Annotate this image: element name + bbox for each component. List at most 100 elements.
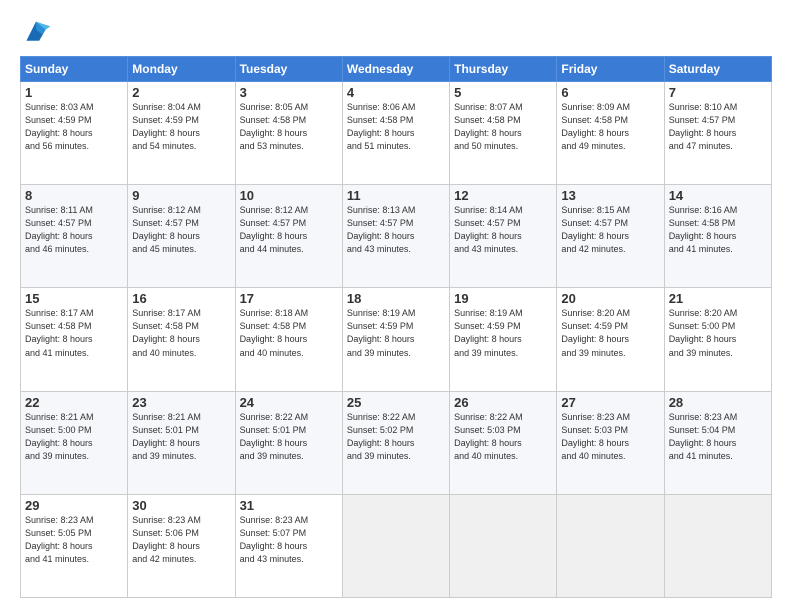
week-row-5: 29Sunrise: 8:23 AM Sunset: 5:05 PM Dayli…	[21, 494, 772, 597]
day-number: 26	[454, 395, 552, 410]
calendar-cell	[664, 494, 771, 597]
calendar-cell	[557, 494, 664, 597]
day-number: 8	[25, 188, 123, 203]
calendar-cell: 14Sunrise: 8:16 AM Sunset: 4:58 PM Dayli…	[664, 185, 771, 288]
day-info: Sunrise: 8:09 AM Sunset: 4:58 PM Dayligh…	[561, 101, 659, 153]
day-info: Sunrise: 8:23 AM Sunset: 5:06 PM Dayligh…	[132, 514, 230, 566]
day-info: Sunrise: 8:11 AM Sunset: 4:57 PM Dayligh…	[25, 204, 123, 256]
day-info: Sunrise: 8:19 AM Sunset: 4:59 PM Dayligh…	[347, 307, 445, 359]
day-of-week-thursday: Thursday	[450, 57, 557, 82]
calendar-cell: 11Sunrise: 8:13 AM Sunset: 4:57 PM Dayli…	[342, 185, 449, 288]
day-number: 13	[561, 188, 659, 203]
calendar-cell: 8Sunrise: 8:11 AM Sunset: 4:57 PM Daylig…	[21, 185, 128, 288]
header	[20, 18, 772, 46]
calendar-cell: 10Sunrise: 8:12 AM Sunset: 4:57 PM Dayli…	[235, 185, 342, 288]
day-info: Sunrise: 8:21 AM Sunset: 5:01 PM Dayligh…	[132, 411, 230, 463]
day-of-week-tuesday: Tuesday	[235, 57, 342, 82]
calendar-cell: 15Sunrise: 8:17 AM Sunset: 4:58 PM Dayli…	[21, 288, 128, 391]
calendar-cell: 18Sunrise: 8:19 AM Sunset: 4:59 PM Dayli…	[342, 288, 449, 391]
calendar-cell: 26Sunrise: 8:22 AM Sunset: 5:03 PM Dayli…	[450, 391, 557, 494]
week-row-4: 22Sunrise: 8:21 AM Sunset: 5:00 PM Dayli…	[21, 391, 772, 494]
day-number: 23	[132, 395, 230, 410]
day-info: Sunrise: 8:14 AM Sunset: 4:57 PM Dayligh…	[454, 204, 552, 256]
calendar-cell: 9Sunrise: 8:12 AM Sunset: 4:57 PM Daylig…	[128, 185, 235, 288]
day-info: Sunrise: 8:20 AM Sunset: 4:59 PM Dayligh…	[561, 307, 659, 359]
day-number: 19	[454, 291, 552, 306]
calendar-cell: 7Sunrise: 8:10 AM Sunset: 4:57 PM Daylig…	[664, 82, 771, 185]
day-info: Sunrise: 8:12 AM Sunset: 4:57 PM Dayligh…	[132, 204, 230, 256]
calendar-cell: 25Sunrise: 8:22 AM Sunset: 5:02 PM Dayli…	[342, 391, 449, 494]
day-number: 11	[347, 188, 445, 203]
calendar-cell	[450, 494, 557, 597]
calendar-cell: 24Sunrise: 8:22 AM Sunset: 5:01 PM Dayli…	[235, 391, 342, 494]
day-info: Sunrise: 8:22 AM Sunset: 5:01 PM Dayligh…	[240, 411, 338, 463]
day-of-week-wednesday: Wednesday	[342, 57, 449, 82]
calendar-cell: 20Sunrise: 8:20 AM Sunset: 4:59 PM Dayli…	[557, 288, 664, 391]
day-number: 25	[347, 395, 445, 410]
day-number: 12	[454, 188, 552, 203]
calendar-table: SundayMondayTuesdayWednesdayThursdayFrid…	[20, 56, 772, 598]
day-number: 16	[132, 291, 230, 306]
day-info: Sunrise: 8:12 AM Sunset: 4:57 PM Dayligh…	[240, 204, 338, 256]
calendar-header: SundayMondayTuesdayWednesdayThursdayFrid…	[21, 57, 772, 82]
day-info: Sunrise: 8:03 AM Sunset: 4:59 PM Dayligh…	[25, 101, 123, 153]
day-number: 10	[240, 188, 338, 203]
calendar-cell: 31Sunrise: 8:23 AM Sunset: 5:07 PM Dayli…	[235, 494, 342, 597]
day-number: 7	[669, 85, 767, 100]
day-info: Sunrise: 8:10 AM Sunset: 4:57 PM Dayligh…	[669, 101, 767, 153]
calendar-cell: 16Sunrise: 8:17 AM Sunset: 4:58 PM Dayli…	[128, 288, 235, 391]
day-number: 20	[561, 291, 659, 306]
day-number: 31	[240, 498, 338, 513]
day-of-week-friday: Friday	[557, 57, 664, 82]
calendar-cell: 28Sunrise: 8:23 AM Sunset: 5:04 PM Dayli…	[664, 391, 771, 494]
calendar-cell: 2Sunrise: 8:04 AM Sunset: 4:59 PM Daylig…	[128, 82, 235, 185]
calendar-cell: 29Sunrise: 8:23 AM Sunset: 5:05 PM Dayli…	[21, 494, 128, 597]
day-number: 21	[669, 291, 767, 306]
day-info: Sunrise: 8:17 AM Sunset: 4:58 PM Dayligh…	[132, 307, 230, 359]
day-info: Sunrise: 8:18 AM Sunset: 4:58 PM Dayligh…	[240, 307, 338, 359]
week-row-1: 1Sunrise: 8:03 AM Sunset: 4:59 PM Daylig…	[21, 82, 772, 185]
calendar-cell: 6Sunrise: 8:09 AM Sunset: 4:58 PM Daylig…	[557, 82, 664, 185]
day-info: Sunrise: 8:20 AM Sunset: 5:00 PM Dayligh…	[669, 307, 767, 359]
day-number: 15	[25, 291, 123, 306]
day-info: Sunrise: 8:04 AM Sunset: 4:59 PM Dayligh…	[132, 101, 230, 153]
day-number: 18	[347, 291, 445, 306]
calendar-cell: 17Sunrise: 8:18 AM Sunset: 4:58 PM Dayli…	[235, 288, 342, 391]
day-info: Sunrise: 8:23 AM Sunset: 5:03 PM Dayligh…	[561, 411, 659, 463]
day-number: 1	[25, 85, 123, 100]
calendar-cell: 4Sunrise: 8:06 AM Sunset: 4:58 PM Daylig…	[342, 82, 449, 185]
day-info: Sunrise: 8:22 AM Sunset: 5:03 PM Dayligh…	[454, 411, 552, 463]
day-number: 14	[669, 188, 767, 203]
day-of-week-sunday: Sunday	[21, 57, 128, 82]
calendar-cell: 19Sunrise: 8:19 AM Sunset: 4:59 PM Dayli…	[450, 288, 557, 391]
calendar-cell: 12Sunrise: 8:14 AM Sunset: 4:57 PM Dayli…	[450, 185, 557, 288]
header-row: SundayMondayTuesdayWednesdayThursdayFrid…	[21, 57, 772, 82]
calendar-cell	[342, 494, 449, 597]
day-info: Sunrise: 8:15 AM Sunset: 4:57 PM Dayligh…	[561, 204, 659, 256]
calendar-cell: 27Sunrise: 8:23 AM Sunset: 5:03 PM Dayli…	[557, 391, 664, 494]
day-info: Sunrise: 8:23 AM Sunset: 5:05 PM Dayligh…	[25, 514, 123, 566]
calendar-cell: 3Sunrise: 8:05 AM Sunset: 4:58 PM Daylig…	[235, 82, 342, 185]
day-info: Sunrise: 8:06 AM Sunset: 4:58 PM Dayligh…	[347, 101, 445, 153]
day-info: Sunrise: 8:21 AM Sunset: 5:00 PM Dayligh…	[25, 411, 123, 463]
day-number: 4	[347, 85, 445, 100]
calendar-cell: 30Sunrise: 8:23 AM Sunset: 5:06 PM Dayli…	[128, 494, 235, 597]
day-number: 28	[669, 395, 767, 410]
day-number: 22	[25, 395, 123, 410]
calendar-cell: 22Sunrise: 8:21 AM Sunset: 5:00 PM Dayli…	[21, 391, 128, 494]
logo	[20, 18, 56, 46]
day-number: 27	[561, 395, 659, 410]
calendar-body: 1Sunrise: 8:03 AM Sunset: 4:59 PM Daylig…	[21, 82, 772, 598]
calendar-cell: 21Sunrise: 8:20 AM Sunset: 5:00 PM Dayli…	[664, 288, 771, 391]
day-info: Sunrise: 8:23 AM Sunset: 5:04 PM Dayligh…	[669, 411, 767, 463]
page: SundayMondayTuesdayWednesdayThursdayFrid…	[0, 0, 792, 612]
day-number: 29	[25, 498, 123, 513]
day-info: Sunrise: 8:05 AM Sunset: 4:58 PM Dayligh…	[240, 101, 338, 153]
calendar-cell: 13Sunrise: 8:15 AM Sunset: 4:57 PM Dayli…	[557, 185, 664, 288]
day-number: 9	[132, 188, 230, 203]
day-of-week-saturday: Saturday	[664, 57, 771, 82]
calendar-cell: 23Sunrise: 8:21 AM Sunset: 5:01 PM Dayli…	[128, 391, 235, 494]
day-info: Sunrise: 8:19 AM Sunset: 4:59 PM Dayligh…	[454, 307, 552, 359]
day-info: Sunrise: 8:23 AM Sunset: 5:07 PM Dayligh…	[240, 514, 338, 566]
logo-icon	[20, 18, 52, 46]
